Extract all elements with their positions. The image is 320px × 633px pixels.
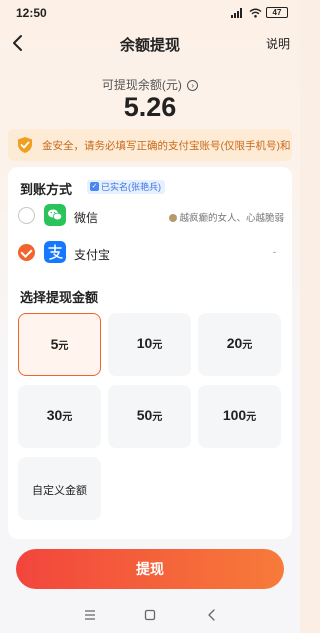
main-card: 到账方式 ✓ 已实名(张艳兵) 微信 越疯癫的女人、心越脆弱 支付宝 - 选择提… [8,167,292,539]
wechat-label: 微信 [74,211,99,225]
amount-unit: 元 [152,340,163,351]
balance-amount: 5.26 [123,92,177,122]
payment-option-alipay[interactable]: 支付宝 - [8,235,292,271]
signal-icon [231,7,245,18]
custom-amount-label: 自定义金额 [32,485,87,497]
shield-check-icon [18,137,32,153]
amount-unit: 元 [152,412,163,423]
amount-option-5[interactable]: 5元 [18,313,101,376]
wifi-icon [249,8,262,18]
warning-banner: 金安全，请务必填写正确的支付宝账号(仅限手机号)和 [8,129,292,161]
home-square-icon[interactable] [142,608,158,622]
wechat-icon [44,204,66,226]
header: 余额提现 说明 [0,28,300,58]
amount-option-20[interactable]: 20元 [198,313,281,376]
amount-unit: 元 [246,412,257,423]
avatar [169,214,178,223]
alipay-icon [44,241,66,263]
radio-wechat[interactable] [18,207,35,224]
withdraw-button[interactable]: 提现 [16,549,284,589]
verified-badge: ✓ 已实名(张艳兵) [87,180,165,194]
amount-value: 10 [136,335,153,351]
amount-option-10[interactable]: 10元 [108,313,191,376]
amount-option-100[interactable]: 100元 [198,385,281,448]
info-icon[interactable]: › [187,80,199,92]
battery-icon: 47 [266,7,288,18]
verified-badge-label: 已实名(张艳兵) [101,182,161,192]
warning-text: 金安全，请务必填写正确的支付宝账号(仅限手机号)和 [42,140,291,152]
payment-section-title: 到账方式 [20,182,73,197]
alipay-account: - [272,247,276,258]
amount-value: 100 [222,407,247,423]
back-triangle-icon[interactable] [204,608,220,622]
alipay-label: 支付宝 [74,248,111,262]
menu-icon[interactable] [82,608,98,622]
status-icons: 47 [231,7,288,18]
amount-value: 20 [226,335,243,351]
page-title: 余额提现 [119,37,180,54]
amount-option-30[interactable]: 30元 [18,385,101,448]
balance-label: 可提现余额(元) [101,78,182,92]
amount-unit: 元 [62,412,73,423]
amount-unit: 元 [58,341,69,352]
status-time: 12:50 [16,6,47,20]
status-bar: 12:50 47 [0,0,300,26]
amount-value: 30 [46,407,63,423]
wechat-account: 越疯癫的女人、心越脆弱 [169,210,284,224]
amount-value: 50 [136,407,153,423]
amount-option-50[interactable]: 50元 [108,385,191,448]
system-nav-bar [0,598,300,633]
wechat-account-name: 越疯癫的女人、心越脆弱 [179,213,284,224]
balance-label-row: 可提现余额(元) › [0,76,300,93]
amount-unit: 元 [242,340,253,351]
radio-alipay[interactable] [18,244,35,261]
custom-amount-button[interactable]: 自定义金额 [18,457,101,520]
help-link[interactable]: 说明 [266,35,290,52]
id-card-icon: ✓ [90,182,99,191]
amount-section-title: 选择提现金额 [20,290,99,305]
payment-option-wechat[interactable]: 微信 越疯癫的女人、心越脆弱 [8,198,292,234]
